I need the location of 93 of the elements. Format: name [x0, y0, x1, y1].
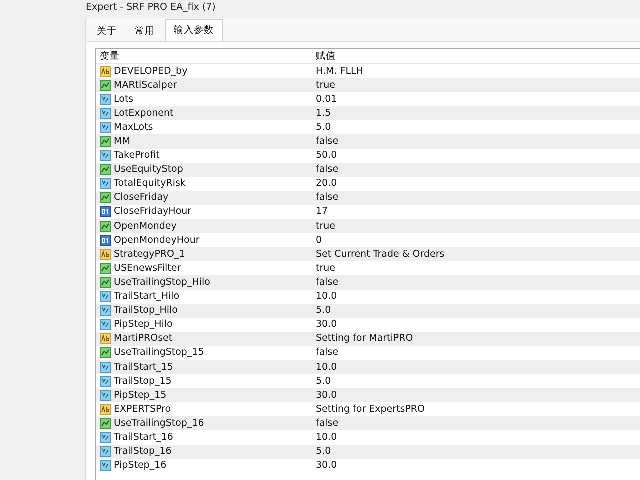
chart-line-icon	[100, 136, 111, 148]
parameter-name: CloseFridayHour	[114, 206, 192, 218]
parameter-name: MaxLots	[114, 122, 154, 133]
fraction-icon	[100, 390, 111, 401]
chart-line-icon	[100, 80, 111, 91]
parameter-name: CloseFriday	[114, 192, 169, 204]
parameter-value[interactable]: false	[312, 192, 640, 204]
parameter-value[interactable]: false	[312, 136, 640, 148]
parameter-name: UseTrailingStop_Hilo	[114, 276, 210, 288]
parameter-value[interactable]: Set Current Trade & Orders	[312, 248, 640, 260]
parameter-name: USEnewsFilter	[114, 262, 182, 274]
fraction-icon	[100, 446, 111, 458]
parameter-value[interactable]: false	[312, 418, 640, 429]
parameter-value[interactable]: 50.0	[312, 150, 640, 162]
parameter-value[interactable]: 30.0	[312, 319, 640, 330]
chart-line-icon	[100, 276, 111, 288]
parameter-name: TrailStop_15	[114, 376, 172, 387]
parameter-value[interactable]: 0.01	[312, 94, 640, 105]
parameter-value[interactable]: false	[312, 347, 640, 358]
parameter-value[interactable]: 10.0	[312, 432, 640, 443]
chart-line-icon	[100, 262, 111, 274]
parameter-name: EXPERTSPro	[114, 404, 172, 415]
parameter-name: UseEquityStop	[114, 164, 184, 176]
tab[interactable]: 常用	[127, 21, 163, 41]
parameter-value[interactable]: 10.0	[312, 362, 640, 373]
parameter-value[interactable]: false	[312, 164, 640, 176]
parameter-value[interactable]: 20.0	[312, 178, 640, 190]
number-icon	[100, 206, 111, 218]
parameter-value[interactable]: true	[312, 262, 640, 274]
parameter-value[interactable]: 5.0	[312, 122, 640, 133]
parameter-name: TotalEquityRisk	[114, 178, 186, 190]
parameter-value[interactable]: 5.0	[312, 376, 640, 387]
fraction-icon	[100, 291, 111, 302]
parameter-name: OpenMondey	[114, 220, 177, 232]
parameter-name: UseTrailingStop_16	[114, 418, 204, 429]
fraction-icon	[100, 362, 111, 373]
parameter-name: PipStep_16	[114, 460, 167, 472]
parameter-value[interactable]: 10.0	[312, 291, 640, 302]
parameter-name: TrailStart_Hilo	[114, 291, 180, 302]
parameter-value[interactable]: 0	[312, 234, 640, 246]
parameter-name: TakeProfit	[114, 150, 160, 162]
parameter-name: StrategyPRO_1	[114, 248, 186, 260]
fraction-icon	[100, 150, 111, 162]
chart-line-icon	[100, 347, 111, 358]
parameter-name: PipStep_15	[114, 390, 167, 401]
parameter-value[interactable]: 30.0	[312, 460, 640, 472]
text-type-icon	[100, 404, 111, 415]
text-type-icon	[100, 248, 111, 260]
parameter-name: MARtiScalper	[114, 80, 178, 91]
parameter-name: MartiPROset	[114, 333, 173, 344]
window-title: Expert - SRF PRO EA_fix (7)	[85, 1, 217, 15]
parameter-value[interactable]: 17	[312, 206, 640, 218]
column-header[interactable]: 赋值	[312, 50, 640, 62]
parameter-name: UseTrailingStop_15	[114, 347, 204, 358]
parameter-name: TrailStop_Hilo	[114, 305, 178, 316]
column-header[interactable]: 变量	[96, 50, 312, 62]
chart-line-icon	[100, 418, 111, 429]
fraction-icon	[100, 319, 111, 330]
parameter-value[interactable]: Setting for ExpertsPRO	[312, 404, 640, 415]
tab[interactable]: 输入参数	[165, 19, 223, 41]
parameter-name: DEVELOPED_by	[114, 66, 188, 77]
parameter-value[interactable]: false	[312, 276, 640, 288]
parameter-value[interactable]: true	[312, 220, 640, 232]
chart-line-icon	[100, 220, 111, 232]
text-type-icon	[100, 333, 111, 344]
fraction-icon	[100, 376, 111, 387]
parameter-value[interactable]: 1.5	[312, 108, 640, 119]
fraction-icon	[100, 460, 111, 472]
parameter-name: PipStep_Hilo	[114, 319, 173, 330]
chart-line-icon	[100, 192, 111, 204]
number-icon	[100, 234, 111, 246]
parameter-value[interactable]: 30.0	[312, 390, 640, 401]
fraction-icon	[100, 122, 111, 133]
text-type-icon	[100, 66, 111, 77]
parameter-name: TrailStart_15	[114, 362, 174, 373]
fraction-icon	[100, 432, 111, 443]
fraction-icon	[100, 108, 111, 119]
fraction-icon	[100, 178, 111, 190]
fraction-icon	[100, 305, 111, 316]
chart-line-icon	[100, 164, 111, 176]
parameter-name: OpenMondeyHour	[114, 234, 200, 246]
fraction-icon	[100, 94, 111, 105]
parameter-name: Lots	[114, 94, 134, 105]
parameter-name: TrailStart_16	[114, 432, 174, 443]
parameter-value[interactable]: 5.0	[312, 305, 640, 316]
parameter-value[interactable]: H.M. FLLH	[312, 66, 640, 77]
parameter-name: MM	[114, 136, 130, 148]
parameter-value[interactable]: 5.0	[312, 446, 640, 458]
tab[interactable]: 关于	[89, 21, 125, 41]
parameter-name: TrailStop_16	[114, 446, 172, 458]
parameter-value[interactable]: Setting for MartiPRO	[312, 333, 640, 344]
parameter-name: LotExponent	[114, 108, 174, 119]
parameter-value[interactable]: true	[312, 80, 640, 91]
